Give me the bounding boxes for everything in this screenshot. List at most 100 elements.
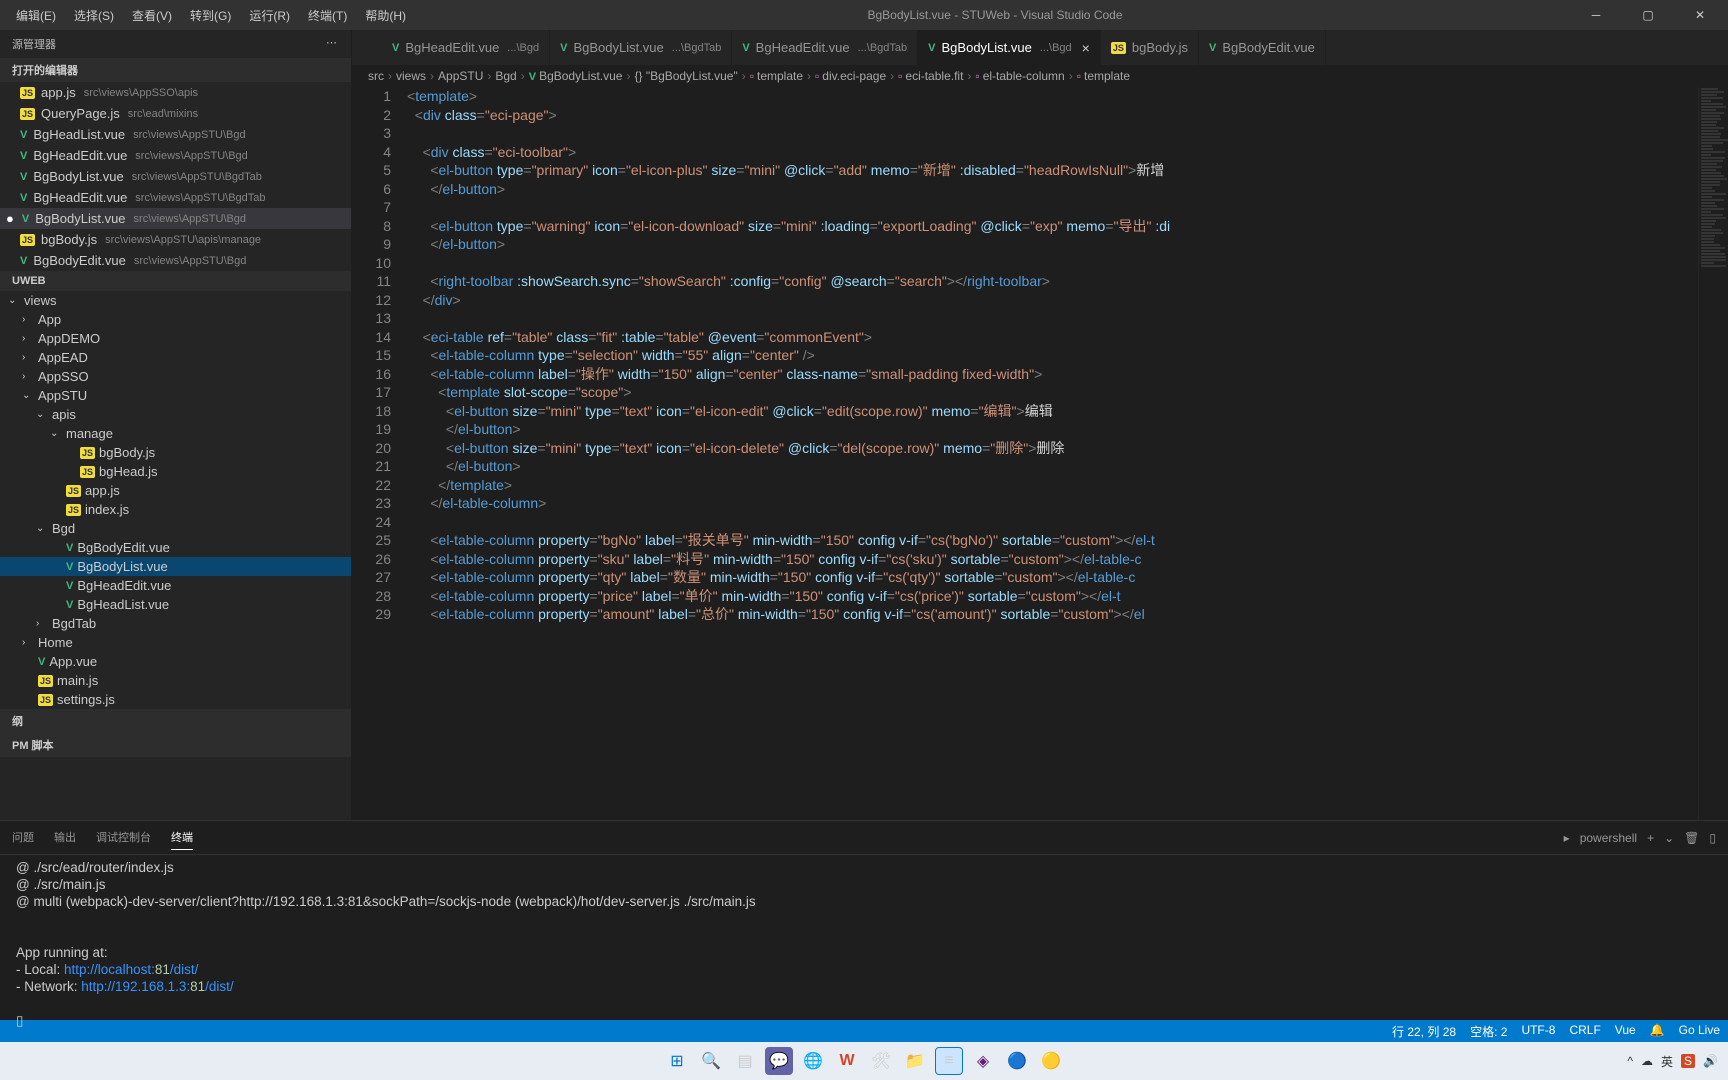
editor-tab[interactable]: VBgHeadEdit.vue...\BgdTab (732, 30, 918, 65)
code-line[interactable]: </el-button> (407, 235, 1698, 254)
tree-item[interactable]: ⌄manage (0, 424, 351, 443)
panel-tab[interactable]: 输出 (54, 825, 76, 850)
menu-item[interactable]: 运行(R) (241, 3, 298, 28)
open-editor-item[interactable]: JSQueryPage.jssrc\ead\mixins (0, 103, 351, 124)
panel-tab[interactable]: 调试控制台 (96, 825, 151, 850)
chat-icon[interactable]: 💬 (765, 1047, 793, 1075)
tray-chevron-icon[interactable]: ^ (1627, 1054, 1633, 1068)
tree-item[interactable]: ⌄apis (0, 405, 351, 424)
tree-item[interactable]: JSbgBody.js (0, 443, 351, 462)
wps-icon[interactable]: W (833, 1047, 861, 1075)
tree-item[interactable]: JSmain.js (0, 671, 351, 690)
minimize-button[interactable]: ─ (1576, 8, 1616, 22)
code-line[interactable] (407, 254, 1698, 273)
breadcrumb-item[interactable]: ▫template (750, 69, 803, 83)
open-editor-item[interactable]: JSbgBody.jssrc\views\AppSTU\apis\manage (0, 229, 351, 250)
tree-item[interactable]: ⌄views (0, 291, 351, 310)
tree-item[interactable]: ⌄Bgd (0, 519, 351, 538)
split-terminal-icon[interactable]: ⌄ (1664, 831, 1674, 845)
system-tray[interactable]: ^ ☁ 英 S 🔊 (1627, 1053, 1718, 1070)
code-line[interactable]: <el-button type="primary" icon="el-icon-… (407, 161, 1698, 180)
menu-item[interactable]: 帮助(H) (357, 3, 414, 28)
open-editor-item[interactable]: VBgBodyList.vuesrc\views\AppSTU\BgdTab (0, 166, 351, 187)
code-line[interactable] (407, 513, 1698, 532)
terminal-shell-icon[interactable]: ▸ (1564, 831, 1570, 845)
tree-item[interactable]: JSindex.js (0, 500, 351, 519)
minimap[interactable] (1698, 87, 1728, 820)
breadcrumb-item[interactable]: Bgd (495, 69, 516, 83)
tree-item[interactable]: VBgHeadEdit.vue (0, 576, 351, 595)
code-editor[interactable]: 1234567891011121314151617181920212223242… (352, 87, 1728, 820)
breadcrumb-item[interactable]: views (396, 69, 426, 83)
editor-tab[interactable]: VBgBodyList.vue...\BgdTab (550, 30, 732, 65)
tree-item[interactable]: VBgHeadList.vue (0, 595, 351, 614)
breadcrumb-item[interactable]: ▫el-table-column (975, 69, 1064, 83)
code-line[interactable]: </el-button> (407, 180, 1698, 199)
code-line[interactable]: <el-table-column property="price" label=… (407, 587, 1698, 606)
code-line[interactable]: <eci-table ref="table" class="fit" :tabl… (407, 328, 1698, 347)
code-line[interactable]: <div class="eci-toolbar"> (407, 143, 1698, 162)
code-line[interactable]: <div class="eci-page"> (407, 106, 1698, 125)
code-line[interactable]: <el-button size="mini" type="text" icon=… (407, 439, 1698, 458)
tray-volume-icon[interactable]: 🔊 (1703, 1054, 1718, 1068)
chrome-icon[interactable]: 🌐 (799, 1047, 827, 1075)
open-editor-item[interactable]: VBgHeadList.vuesrc\views\AppSTU\Bgd (0, 124, 351, 145)
breadcrumb-item[interactable]: {} "BgBodyList.vue" (634, 69, 737, 83)
indentation[interactable]: 空格: 2 (1470, 1023, 1507, 1040)
code-line[interactable]: </el-table-column> (407, 494, 1698, 513)
breadcrumb-item[interactable]: AppSTU (438, 69, 483, 83)
breadcrumb-item[interactable]: src (368, 69, 384, 83)
menu-item[interactable]: 编辑(E) (8, 3, 64, 28)
open-editor-item[interactable]: ●VBgBodyList.vuesrc\views\AppSTU\Bgd (0, 208, 351, 229)
code-line[interactable]: <el-table-column property="amount" label… (407, 605, 1698, 624)
terminal-output[interactable]: @ ./src/ead/router/index.js@ ./src/main.… (0, 855, 1728, 1033)
tree-item[interactable]: ›BgdTab (0, 614, 351, 633)
tree-item[interactable]: VApp.vue (0, 652, 351, 671)
breadcrumb[interactable]: src›views›AppSTU›Bgd›VBgBodyList.vue›{} … (352, 65, 1728, 87)
editor-tab[interactable]: VBgBodyList.vue...\Bgd× (918, 30, 1101, 65)
app-icon-1[interactable]: 🛠 (867, 1047, 895, 1075)
search-icon[interactable]: 🔍 (697, 1047, 725, 1075)
breadcrumb-item[interactable]: ▫template (1077, 69, 1130, 83)
vscode-icon[interactable]: ≡ (935, 1047, 963, 1075)
breadcrumb-item[interactable]: ▫eci-table.fit (898, 69, 963, 83)
cursor-position[interactable]: 行 22, 列 28 (1392, 1023, 1456, 1040)
notifications-icon[interactable]: 🔔 (1650, 1023, 1665, 1040)
file-explorer-icon[interactable]: 📁 (901, 1047, 929, 1075)
code-line[interactable] (407, 124, 1698, 143)
outline-header[interactable]: 纲 (0, 709, 351, 733)
code-line[interactable]: </template> (407, 476, 1698, 495)
code-line[interactable]: <el-table-column property="bgNo" label="… (407, 531, 1698, 550)
code-line[interactable]: <el-table-column property="qty" label="数… (407, 568, 1698, 587)
menu-item[interactable]: 终端(T) (300, 3, 355, 28)
terminal-shell-label[interactable]: powershell (1580, 831, 1637, 845)
close-tab-icon[interactable]: × (1082, 40, 1090, 56)
language-mode[interactable]: Vue (1615, 1023, 1636, 1040)
tree-item[interactable]: VBgBodyEdit.vue (0, 538, 351, 557)
explorer-more-icon[interactable]: ⋯ (326, 36, 339, 52)
tree-item[interactable]: JSsettings.js (0, 690, 351, 709)
tree-item[interactable]: ›AppSSO (0, 367, 351, 386)
tree-item[interactable]: JSapp.js (0, 481, 351, 500)
menu-item[interactable]: 查看(V) (124, 3, 180, 28)
tray-onedrive-icon[interactable]: ☁ (1641, 1054, 1653, 1068)
panel-tab[interactable]: 终端 (171, 825, 193, 850)
tree-item[interactable]: ›App (0, 310, 351, 329)
new-terminal-icon[interactable]: + (1647, 831, 1654, 845)
tree-item[interactable]: JSbgHead.js (0, 462, 351, 481)
close-button[interactable]: ✕ (1680, 8, 1720, 22)
code-line[interactable]: </el-button> (407, 420, 1698, 439)
panel-tab[interactable]: 问题 (12, 825, 34, 850)
visual-studio-icon[interactable]: ◈ (969, 1047, 997, 1075)
tree-item[interactable]: ›AppDEMO (0, 329, 351, 348)
code-line[interactable] (407, 309, 1698, 328)
code-line[interactable]: <el-button size="mini" type="text" icon=… (407, 402, 1698, 421)
editor-tab[interactable]: VBgBodyEdit.vue (1199, 30, 1326, 65)
editor-tab[interactable]: VBgHeadEdit.vue...\Bgd (382, 30, 550, 65)
task-view-icon[interactable]: ▤ (731, 1047, 759, 1075)
app-icon-3[interactable]: 🟡 (1037, 1047, 1065, 1075)
code-line[interactable]: <template> (407, 87, 1698, 106)
tree-item[interactable]: ›AppEAD (0, 348, 351, 367)
start-button[interactable]: ⊞ (663, 1047, 691, 1075)
open-editors-header[interactable]: 打开的编辑器 (0, 58, 351, 82)
